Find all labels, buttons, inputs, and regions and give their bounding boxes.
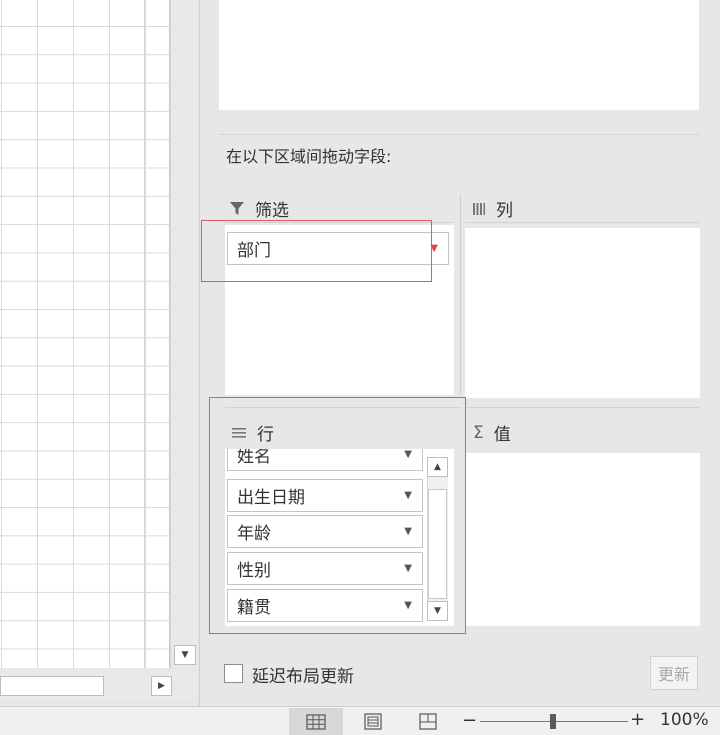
normal-view-button[interactable] xyxy=(289,708,343,735)
vertical-scrollbar[interactable] xyxy=(170,0,197,668)
sigma-icon: Σ xyxy=(473,422,484,443)
filters-header: 筛选 xyxy=(229,196,289,221)
triangle-right-icon: ▶ xyxy=(158,681,165,691)
defer-layout-label[interactable]: 延迟布局更新 xyxy=(252,662,354,687)
columns-rule xyxy=(465,222,700,223)
area-divider xyxy=(460,194,461,394)
page-break-icon xyxy=(419,713,437,730)
zoom-slider-thumb[interactable] xyxy=(550,714,556,729)
zoom-in-button[interactable]: + xyxy=(630,709,645,730)
drag-hint-text: 在以下区域间拖动字段: xyxy=(226,147,392,166)
page-break-button[interactable] xyxy=(414,708,442,735)
filter-icon xyxy=(230,202,244,215)
columns-header: 列 xyxy=(472,196,513,221)
highlight-frame-filters xyxy=(201,220,432,282)
filters-title: 筛选 xyxy=(255,201,289,221)
values-drop-area[interactable] xyxy=(466,453,700,626)
normal-view-icon xyxy=(306,713,326,730)
values-title: 值 xyxy=(493,425,511,445)
columns-title: 列 xyxy=(496,201,513,221)
highlight-frame-rows xyxy=(209,397,466,634)
grid-line xyxy=(144,0,145,668)
values-header: Σ 值 xyxy=(473,420,511,446)
values-top-rule xyxy=(466,407,700,408)
pane-divider[interactable] xyxy=(199,0,200,706)
zoom-out-button[interactable]: − xyxy=(462,710,477,731)
defer-layout-checkbox[interactable] xyxy=(224,664,243,683)
pane-separator xyxy=(219,134,700,135)
zoom-level[interactable]: 100% xyxy=(660,710,709,730)
scroll-down-button[interactable]: ▼ xyxy=(174,645,196,665)
triangle-down-icon: ▼ xyxy=(181,650,189,660)
field-list[interactable] xyxy=(219,0,699,110)
columns-icon xyxy=(473,202,485,215)
columns-drop-area[interactable] xyxy=(465,228,700,398)
update-button[interactable]: 更新 xyxy=(650,656,698,690)
page-layout-button[interactable] xyxy=(359,708,387,735)
horizontal-scroll-thumb[interactable] xyxy=(0,676,104,696)
scroll-right-button[interactable]: ▶ xyxy=(151,676,172,696)
page-layout-icon xyxy=(364,713,382,730)
